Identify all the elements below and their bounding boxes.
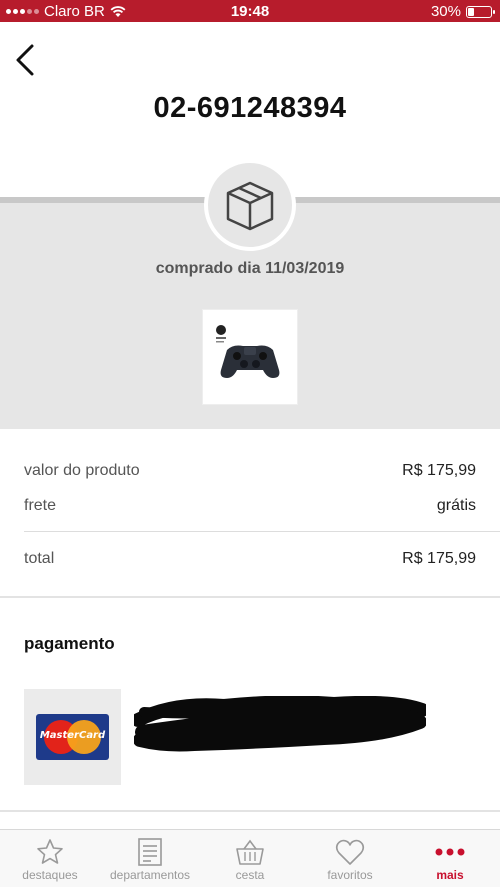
clock: 19:48 <box>230 3 270 20</box>
product-value: R$ 175,99 <box>402 462 476 479</box>
more-icon <box>435 848 465 856</box>
battery-icon <box>466 5 495 18</box>
status-bar: Claro BR 19:48 30% <box>0 0 500 22</box>
redaction-scribble <box>134 696 426 752</box>
summary-divider <box>24 531 500 532</box>
product-image[interactable] <box>202 309 298 405</box>
card-brand-box: MasterCard <box>24 689 121 785</box>
shipping-value: grátis <box>436 497 476 514</box>
chevron-left-icon <box>16 44 34 76</box>
total-value: R$ 175,99 <box>402 550 476 567</box>
product-value-label: valor do produto <box>24 462 140 479</box>
total-label: total <box>24 550 55 567</box>
product-value-row: valor do produto R$ 175,99 <box>24 462 476 480</box>
package-icon <box>226 181 274 231</box>
section-divider-bottom <box>0 810 500 812</box>
tab-bar: destaques departamentos cesta favoritos … <box>0 829 500 887</box>
tab-mais[interactable]: mais <box>400 830 500 887</box>
battery-percent: 30% <box>430 3 461 20</box>
gamepad-image <box>213 320 287 394</box>
card-brand: MasterCard <box>39 730 106 741</box>
mastercard-logo: MasterCard <box>36 714 109 760</box>
basket-icon <box>236 839 264 865</box>
total-row: total R$ 175,99 <box>24 550 476 568</box>
tab-label: departamentos <box>109 868 191 882</box>
tab-label: favoritos <box>327 868 373 882</box>
tab-favoritos[interactable]: favoritos <box>300 830 400 887</box>
package-badge <box>204 159 296 251</box>
tab-departamentos[interactable]: departamentos <box>100 830 200 887</box>
tab-label: mais <box>436 868 464 882</box>
shipping-label: frete <box>24 497 57 514</box>
tab-cesta[interactable]: cesta <box>200 830 300 887</box>
tab-destaques[interactable]: destaques <box>0 830 100 887</box>
tab-label: cesta <box>235 868 265 882</box>
order-number: 02-691248394 <box>153 92 347 124</box>
shipping-row: frete grátis <box>24 497 476 515</box>
star-icon <box>37 839 63 864</box>
purchase-date: comprado dia 11/03/2019 <box>155 260 345 277</box>
section-divider <box>0 596 500 598</box>
list-icon <box>138 838 162 866</box>
tab-label: destaques <box>22 868 78 882</box>
heart-icon <box>335 839 365 865</box>
back-button[interactable] <box>12 42 40 78</box>
payment-title: pagamento <box>24 634 115 653</box>
status-right: 30% <box>430 3 495 20</box>
